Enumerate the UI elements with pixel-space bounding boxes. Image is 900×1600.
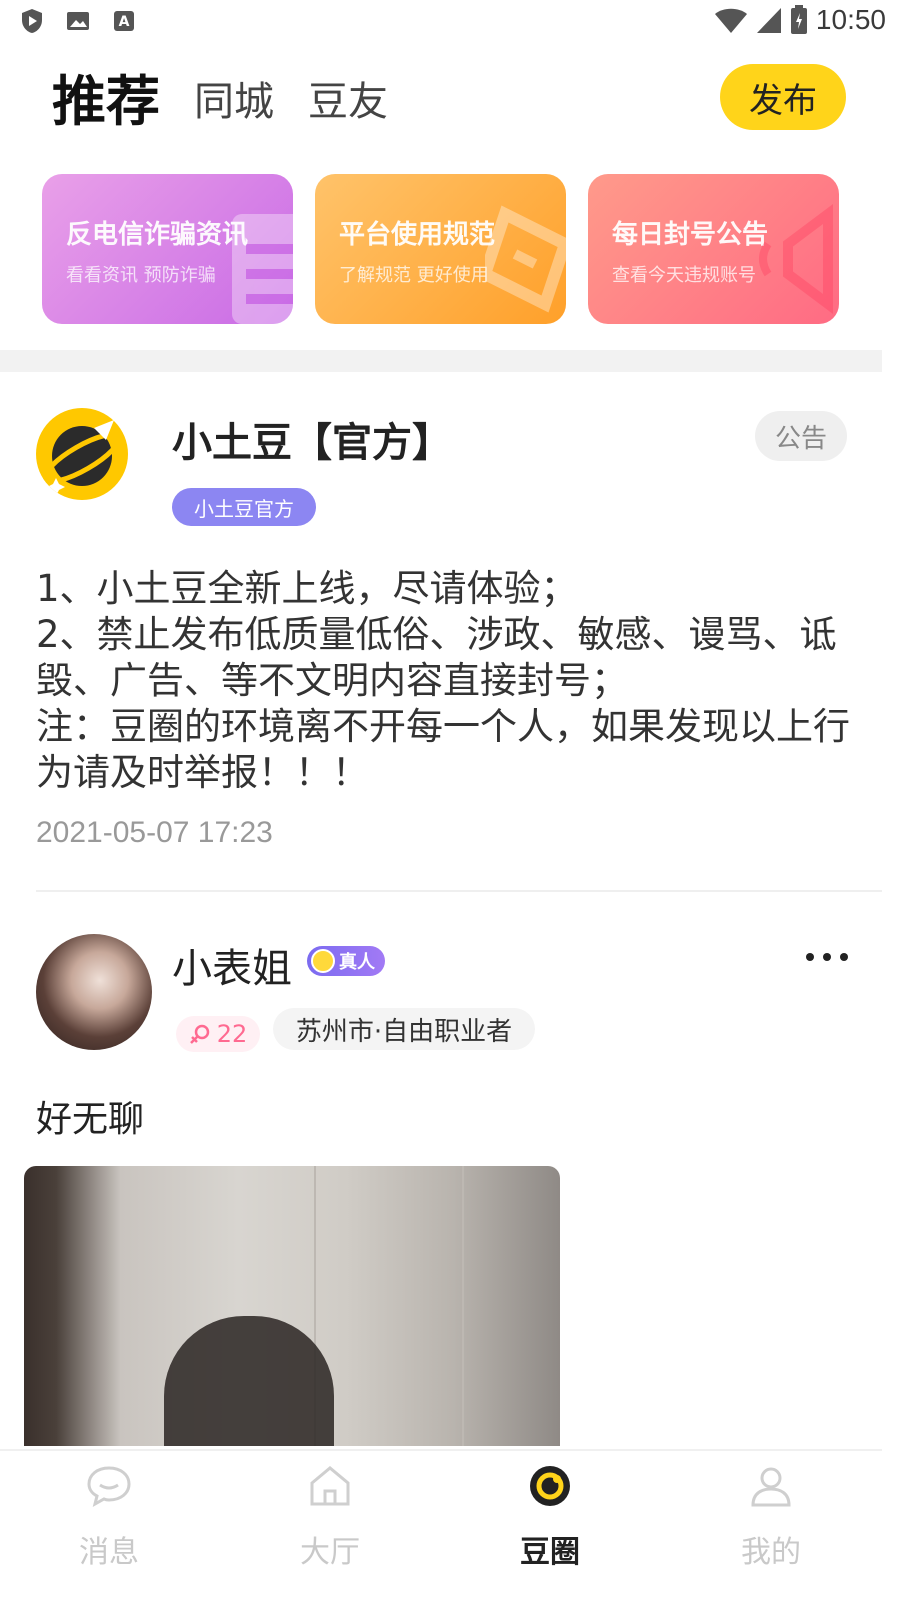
user-post-content[interactable]: 好无聊 [36, 1090, 144, 1142]
notice-badge: 公告 [755, 411, 847, 461]
tab-friends[interactable]: 豆友 [308, 72, 388, 132]
verified-icon [311, 949, 335, 973]
tab-label: 同城 [194, 79, 274, 125]
banner-anti-fraud[interactable]: 反电信诈骗资讯 看看资讯 预防诈骗 [42, 174, 293, 324]
official-post-content[interactable]: 1、小土豆全新上线，尽请体验； 2、禁止发布低质量低俗、涉政、敏感、谩骂、诋 毁… [36, 566, 882, 796]
nav-label: 大厅 [300, 1535, 360, 1570]
megaphone-icon [759, 204, 833, 314]
home-icon [310, 1466, 350, 1506]
photo-detail [314, 1166, 464, 1446]
nav-label: 豆圈 [520, 1535, 580, 1570]
post-line: 1、小土豆全新上线，尽请体验； [36, 567, 578, 610]
nav-lobby[interactable]: 大厅 [270, 1463, 390, 1571]
post-line: 2、禁止发布低质量低俗、涉政、敏感、谩骂、诋 [36, 613, 837, 656]
official-avatar[interactable] [36, 408, 128, 500]
battery-icon [790, 5, 807, 34]
person-icon [751, 1467, 791, 1507]
tab-label: 推荐 [52, 70, 160, 133]
post-timestamp: 2021-05-07 17:23 [36, 816, 273, 849]
verified-badge: 真人 [307, 946, 385, 976]
section-divider [0, 350, 882, 372]
status-time: 10:50 [815, 4, 886, 35]
svg-text:A: A [119, 14, 130, 30]
banner-row: 反电信诈骗资讯 看看资讯 预防诈骗 平台使用规范 了解规范 更好使用 每日封号公… [42, 174, 839, 324]
post-divider [36, 890, 882, 892]
female-icon [189, 1024, 209, 1044]
wifi-icon [714, 8, 747, 33]
nav-label: 我的 [741, 1535, 801, 1570]
more-options-icon[interactable] [806, 950, 848, 964]
photo-detail [164, 1316, 334, 1446]
circle-logo-icon [530, 1466, 570, 1506]
post-line: 毁、广告、等不文明内容直接封号； [36, 659, 628, 702]
official-author-name[interactable]: 小土豆【官方】 [172, 410, 452, 468]
bottom-nav: 消息 大厅 豆圈 我的 [0, 1449, 882, 1600]
user-avatar[interactable] [36, 934, 152, 1050]
tab-label: 豆友 [308, 79, 388, 125]
nav-messages[interactable]: 消息 [49, 1463, 169, 1571]
post-photo[interactable] [24, 1166, 560, 1446]
post-line: 为请及时举报！！！ [36, 751, 369, 794]
chat-bubble-icon [87, 1466, 131, 1507]
tab-same-city[interactable]: 同城 [194, 72, 274, 132]
age-value: 22 [216, 1020, 248, 1048]
location-occupation-chip: 苏州市·自由职业者 [273, 1008, 535, 1050]
gender-age-chip: 22 [176, 1016, 260, 1052]
publish-button[interactable]: 发布 [720, 64, 846, 130]
shield-play-icon [22, 9, 42, 33]
verified-label: 真人 [339, 952, 375, 973]
nav-label: 消息 [79, 1535, 139, 1570]
top-tabs: 推荐 同城 豆友 [52, 62, 422, 132]
rules-icon [485, 205, 566, 313]
font-icon: A [114, 11, 134, 31]
document-icon [232, 214, 293, 324]
status-bar: A 10:50 [0, 0, 900, 46]
tab-recommend[interactable]: 推荐 [52, 72, 160, 132]
banner-platform-rules[interactable]: 平台使用规范 了解规范 更好使用 [315, 174, 566, 324]
image-icon [67, 12, 89, 30]
official-tag: 小土豆官方 [172, 488, 316, 526]
nav-circle[interactable]: 豆圈 [490, 1463, 610, 1571]
post-line: 注：豆圈的环境离不开每一个人，如果发现以上行 [36, 705, 850, 748]
banner-ban-notice[interactable]: 每日封号公告 查看今天违规账号 [588, 174, 839, 324]
user-author-name[interactable]: 小表姐 [172, 936, 292, 994]
signal-icon [756, 8, 781, 33]
nav-profile[interactable]: 我的 [711, 1463, 831, 1571]
planet-rocket-icon [42, 420, 122, 496]
